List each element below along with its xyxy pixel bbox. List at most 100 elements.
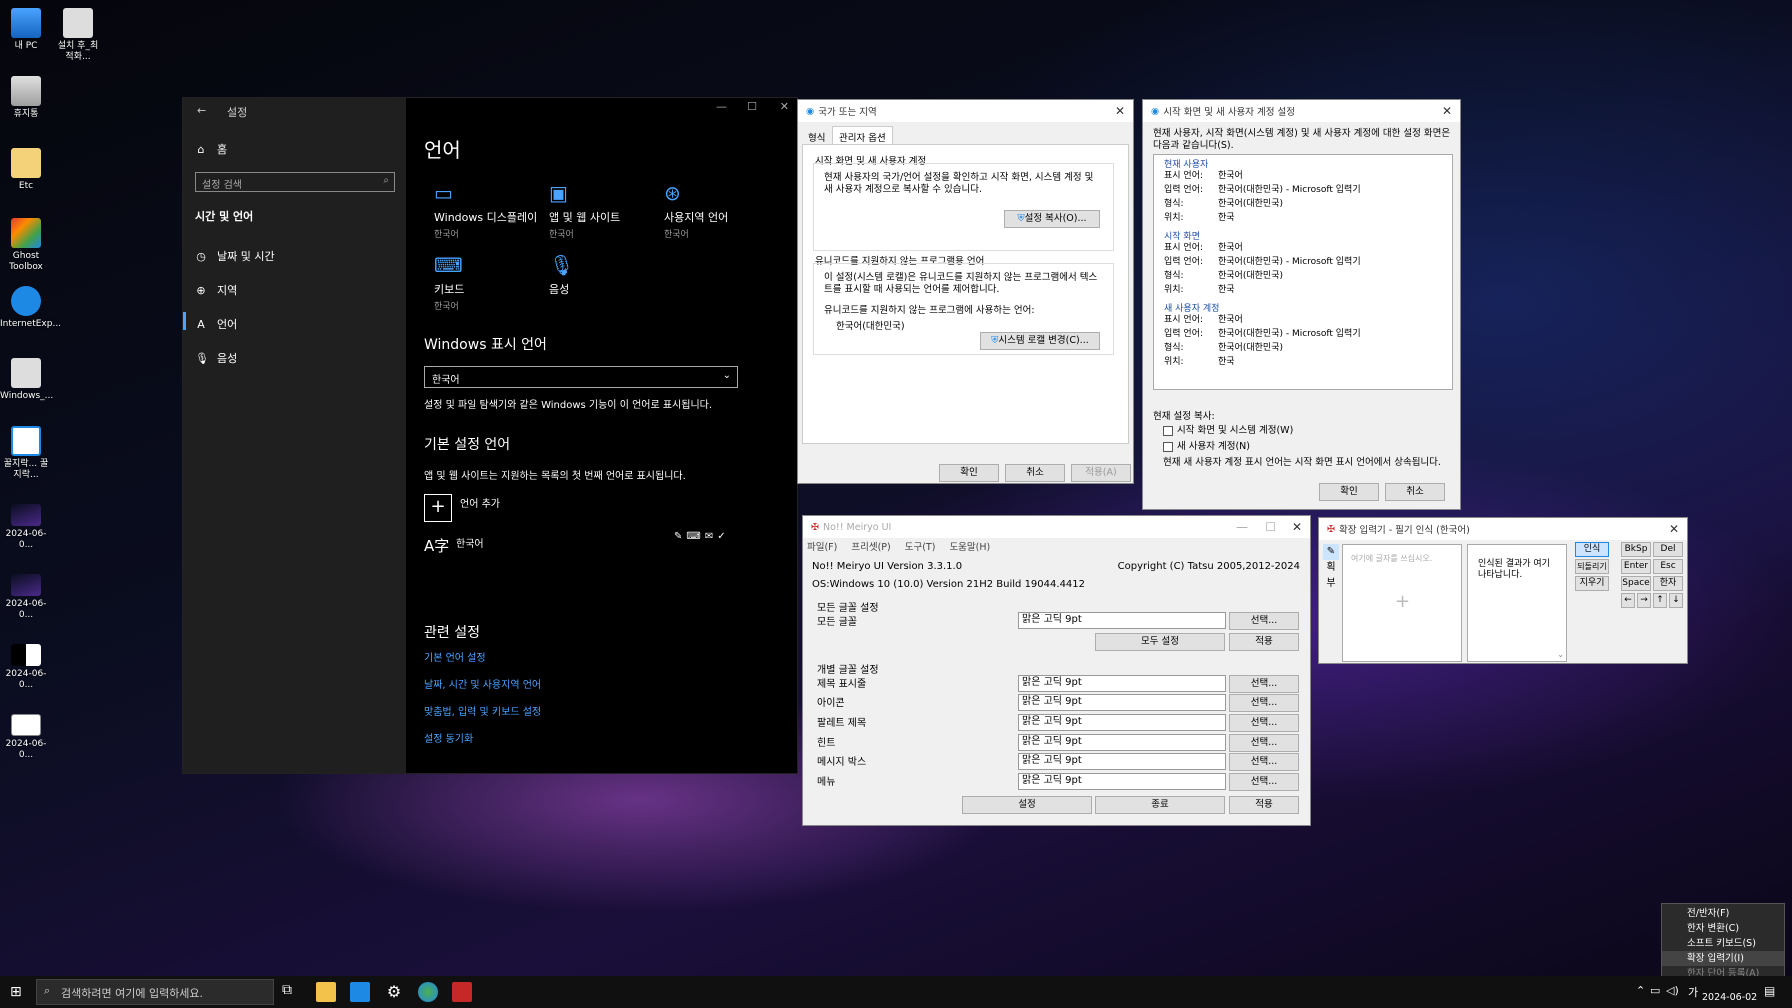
key-backspace[interactable]: BkSp — [1621, 542, 1651, 557]
apply-button[interactable]: 적용(A) — [1071, 464, 1131, 482]
key-hanja[interactable]: 한자 — [1653, 576, 1683, 591]
settings-gear-icon[interactable]: ⚙ — [384, 982, 404, 1002]
palette-font-field[interactable]: 맑은 고딕 9pt — [1018, 714, 1226, 731]
handwriting-canvas[interactable]: 여기에 글자를 쓰십시오. + — [1342, 544, 1462, 662]
desktop-icon-ghost[interactable]: Ghost Toolbox — [0, 218, 52, 273]
nav-item-datetime[interactable]: ◷ 날짜 및 시간 — [195, 248, 274, 264]
messagebox-select-button[interactable]: 선택... — [1229, 753, 1299, 771]
key-escape[interactable]: Esc — [1653, 559, 1683, 574]
desktop-icon-windows[interactable]: Windows_... — [0, 358, 53, 402]
welcome-cancel-button[interactable]: 취소 — [1385, 483, 1445, 501]
welcome-ok-button[interactable]: 확인 — [1319, 483, 1379, 501]
volume-icon[interactable]: ◁) — [1666, 984, 1679, 997]
ime-indicator[interactable]: 가 — [1688, 984, 1698, 1000]
clear-button[interactable]: 지우기 — [1575, 576, 1609, 591]
taskbar-search-input[interactable]: ⌕ 검색하려면 여기에 입력하세요. — [36, 979, 274, 1005]
desktop-icon-shot3[interactable]: 2024-06-0... — [0, 644, 52, 691]
apply-all-button[interactable]: 적용 — [1229, 633, 1299, 651]
close-icon[interactable]: ✕ — [1292, 520, 1302, 534]
display-language-dropdown[interactable]: 한국어 ⌄ — [424, 366, 738, 388]
menu-item-fullhalf[interactable]: 전/반자(F) — [1662, 906, 1784, 921]
desktop-icon-optimize[interactable]: 설치 후_최적화... — [56, 8, 100, 63]
menu-help[interactable]: 도움말(H) — [949, 539, 990, 553]
hint-select-button[interactable]: 선택... — [1229, 734, 1299, 752]
network-icon[interactable]: ▭ — [1650, 984, 1660, 997]
arrow-up-key[interactable]: ↑ — [1653, 593, 1667, 608]
meiryo-app-icon[interactable] — [452, 982, 472, 1002]
cancel-button[interactable]: 취소 — [1005, 464, 1065, 482]
desktop-icon-shot2[interactable]: 2024-06-0... — [0, 574, 52, 621]
menu-font-field[interactable]: 맑은 고딕 9pt — [1018, 773, 1226, 790]
meiryo-apply-button[interactable]: 적용 — [1229, 796, 1299, 814]
tile-regional-format[interactable]: ⊛ 사용지역 언어 한국어 — [664, 181, 774, 240]
tab-format[interactable]: 형식 — [808, 130, 825, 144]
change-locale-button[interactable]: ⛨시스템 로캘 변경(C)... — [980, 332, 1100, 350]
icon-font-field[interactable]: 맑은 고딕 9pt — [1018, 694, 1226, 711]
link-sync-settings[interactable]: 설정 동기화 — [424, 730, 473, 745]
arrow-left-key[interactable]: ← — [1621, 593, 1635, 608]
key-delete[interactable]: Del — [1653, 542, 1683, 557]
key-space[interactable]: Space — [1621, 576, 1651, 591]
arrow-down-key[interactable]: ↓ — [1669, 593, 1683, 608]
all-font-select-button[interactable]: 선택... — [1229, 612, 1299, 630]
close-icon[interactable]: ✕ — [1115, 104, 1125, 118]
maximize-icon[interactable]: ☐ — [747, 100, 757, 113]
meiryo-set-button[interactable]: 설정 — [962, 796, 1092, 814]
menu-item-soft-keyboard[interactable]: 소프트 키보드(S) — [1662, 936, 1784, 951]
menu-item-extended-ime[interactable]: 확장 입력기(I) — [1662, 951, 1784, 966]
menu-select-button[interactable]: 선택... — [1229, 773, 1299, 791]
link-date-time-region[interactable]: 날짜, 시간 및 사용지역 언어 — [424, 676, 541, 691]
minimize-icon[interactable]: — — [716, 100, 727, 113]
close-icon[interactable]: ✕ — [780, 100, 789, 113]
settings-search-input[interactable]: 설정 검색 ⌕ — [195, 172, 395, 192]
add-language-label[interactable]: 언어 추가 — [460, 495, 500, 510]
taskbar-date[interactable]: 2024-06-02 — [1702, 992, 1757, 1003]
add-language-button[interactable]: + — [424, 494, 452, 522]
key-enter[interactable]: Enter — [1621, 559, 1651, 574]
desktop-icon-shot4[interactable]: 2024-06-0... — [0, 714, 52, 761]
all-font-field[interactable]: 맑은 고딕 9pt — [1018, 612, 1226, 629]
language-item-korean[interactable]: 한국어 — [456, 535, 484, 550]
meiryo-exit-button[interactable]: 종료 — [1095, 796, 1225, 814]
tile-apps-websites[interactable]: ▣ 앱 및 웹 사이트 한국어 — [549, 181, 659, 240]
nav-home[interactable]: ⌂ 홈 — [195, 141, 228, 157]
tab-stroke[interactable]: 획 — [1323, 560, 1339, 576]
set-all-button[interactable]: 모두 설정 — [1095, 633, 1225, 651]
icon-select-button[interactable]: 선택... — [1229, 694, 1299, 712]
close-icon[interactable]: ✕ — [1442, 104, 1452, 118]
nav-item-speech[interactable]: 🎙 음성 — [195, 350, 237, 366]
tile-windows-display[interactable]: ▭ Windows 디스플레이 한국어 — [434, 181, 544, 240]
messagebox-font-field[interactable]: 맑은 고딕 9pt — [1018, 753, 1226, 770]
tab-handwriting[interactable]: ✎ — [1323, 544, 1339, 560]
hint-font-field[interactable]: 맑은 고딕 9pt — [1018, 734, 1226, 751]
desktop-icon-mypc[interactable]: 내 PC — [0, 8, 52, 52]
tray-chevron-up-icon[interactable]: ⌃ — [1636, 984, 1645, 997]
recognition-result-box[interactable]: 인식된 결과가 여기 나타납니다. ⌄ — [1467, 544, 1567, 662]
title-select-button[interactable]: 선택... — [1229, 675, 1299, 693]
tile-speech[interactable]: 🎙 음성 — [549, 253, 659, 299]
desktop-icon-etc[interactable]: Etc — [0, 148, 52, 192]
undo-button[interactable]: 되돌리기 — [1575, 559, 1609, 574]
menu-preset[interactable]: 프리셋(P) — [851, 539, 890, 553]
link-spelling-typing[interactable]: 맞춤법, 입력 및 키보드 설정 — [424, 703, 541, 718]
globe-app-icon[interactable] — [418, 982, 438, 1002]
desktop-icon-ie[interactable]: InternetExp... — [0, 286, 61, 330]
palette-select-button[interactable]: 선택... — [1229, 714, 1299, 732]
maximize-icon[interactable]: ☐ — [1265, 520, 1276, 534]
close-icon[interactable]: ✕ — [1669, 522, 1679, 536]
tab-radical[interactable]: 부 — [1323, 576, 1339, 592]
nav-item-region[interactable]: ⊕ 지역 — [195, 282, 237, 298]
title-font-field[interactable]: 맑은 고딕 9pt — [1018, 675, 1226, 692]
link-admin-language[interactable]: 기본 언어 설정 — [424, 649, 486, 664]
checkbox-welcome-system[interactable]: 시작 화면 및 시스템 계정(W) — [1163, 422, 1293, 436]
desktop-icon-recycle[interactable]: 휴지통 — [0, 76, 52, 120]
file-explorer-icon[interactable] — [316, 982, 336, 1002]
desktop-icon-ie2[interactable]: 꿀지락... 꿀지락... — [0, 426, 52, 481]
menu-tools[interactable]: 도구(T) — [905, 539, 936, 553]
tile-keyboard[interactable]: ⌨ 키보드 한국어 — [434, 253, 544, 312]
menu-item-hanja-convert[interactable]: 한자 변환(C) — [1662, 921, 1784, 936]
copy-settings-button[interactable]: ⛨설정 복사(O)... — [1004, 210, 1100, 228]
checkbox-new-user[interactable]: 새 사용자 계정(N) — [1163, 438, 1250, 452]
nav-item-language[interactable]: A 언어 — [195, 316, 237, 332]
back-icon[interactable]: ← — [197, 104, 206, 117]
